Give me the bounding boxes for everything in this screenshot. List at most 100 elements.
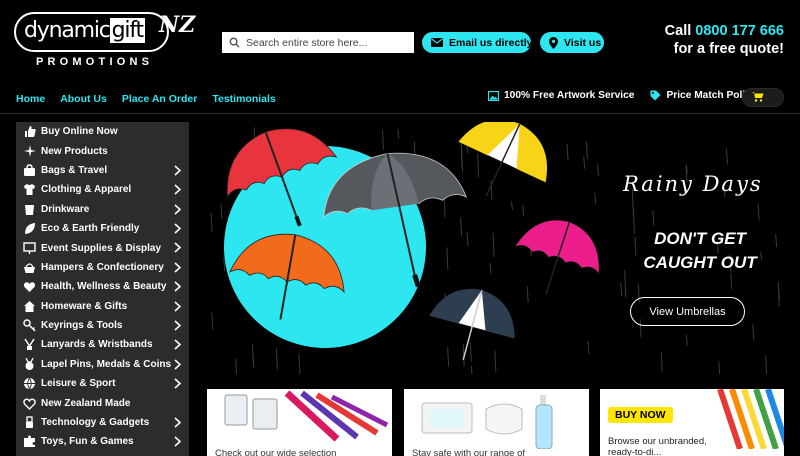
envelope-icon [431, 38, 443, 47]
sidebar-item-lanyards-wristbands[interactable]: Lanyards & Wristbands [16, 335, 189, 354]
logo-country: NZ [159, 12, 196, 38]
shirt-icon [22, 183, 36, 197]
hero-banner[interactable]: Rainy Days DON'T GET CAUGHT OUT View Umb… [207, 122, 784, 374]
cart-button[interactable] [742, 88, 784, 107]
sidebar-item-keyrings-tools[interactable]: Keyrings & Tools [16, 316, 189, 335]
sidebar-item-label: Leisure & Sport [41, 378, 116, 390]
chevron-right-icon[interactable] [174, 359, 182, 373]
sidebar-item-bags-travel[interactable]: Bags & Travel [16, 161, 189, 180]
chevron-right-icon[interactable] [174, 165, 182, 179]
sidebar-item-label: Buy Online Now [41, 126, 118, 138]
search-input[interactable] [246, 36, 406, 49]
card1-caption: Check out our wide selection [215, 448, 337, 456]
site-logo[interactable]: dynamicgift NZ PROMOTIONS [14, 12, 199, 70]
chevron-right-icon[interactable] [174, 281, 182, 295]
service-highlights: 100% Free Artwork Service Price Match Po… [488, 90, 772, 101]
sidebar-item-new-zealand-made[interactable]: New Zealand Made [16, 393, 189, 412]
sidebar-item-lapel-pins-medals-coins[interactable]: Lapel Pins, Medals & Coins [16, 355, 189, 374]
promo-card-health[interactable]: Stay safe with our range of [404, 389, 589, 456]
sidebar-item-drinkware[interactable]: Drinkware [16, 200, 189, 219]
sidebar-item-label: Health, Wellness & Beauty [41, 281, 167, 293]
promo-card-buy-now[interactable]: BUY NOW Browse our unbranded, ready-to-d… [600, 389, 784, 456]
chevron-right-icon[interactable] [174, 320, 182, 334]
nav-home[interactable]: Home [16, 93, 45, 105]
artwork-service-link[interactable]: 100% Free Artwork Service [488, 90, 634, 101]
sidebar-item-clothing-apparel[interactable]: Clothing & Apparel [16, 180, 189, 199]
sidebar-item-label: New Products [41, 145, 108, 157]
chevron-right-icon[interactable] [174, 203, 182, 218]
chevron-right-icon[interactable] [174, 378, 182, 392]
thumbs-up-icon [22, 125, 36, 139]
phone-number[interactable]: 0800 177 666 [695, 23, 784, 39]
search-bar [222, 32, 414, 53]
sidebar-item-toys-fun-games[interactable]: Toys, Fun & Games [16, 432, 189, 451]
chevron-right-icon[interactable] [174, 184, 182, 198]
sidebar-item-label: Hampers & Confectionery [41, 261, 164, 273]
home-icon [22, 299, 36, 313]
sidebar-item-eco-earth-friendly[interactable]: Eco & Earth Friendly [16, 219, 189, 238]
sidebar-item-event-supplies-display[interactable]: Event Supplies & Display [16, 238, 189, 257]
logo-wordmark: dynamicgift [24, 18, 145, 43]
map-pin-icon [549, 36, 558, 49]
sidebar-item-label: Drinkware [41, 203, 90, 215]
sidebar-item-label: Technology & Gadgets [41, 417, 150, 429]
sidebar-item-label: Bags & Travel [41, 164, 108, 176]
visit-us-label: Visit us [564, 36, 602, 49]
bag-icon [22, 163, 36, 177]
sidebar-item-health-wellness-beauty[interactable]: Health, Wellness & Beauty [16, 277, 189, 296]
medal-icon [22, 357, 36, 371]
sidebar-item-new-products[interactable]: New Products [16, 141, 189, 160]
header-divider [0, 113, 800, 114]
nav-about-us[interactable]: About Us [60, 93, 107, 105]
chevron-right-icon[interactable] [174, 436, 182, 450]
category-sidebar: Buy Online Now New Products Bags & Travel C… [16, 122, 189, 456]
price-match-link[interactable]: Price Match Policy [650, 90, 756, 101]
sidebar-item-hampers-confectionery[interactable]: Hampers & Confectionery [16, 258, 189, 277]
sparkle-icon [22, 144, 36, 158]
chevron-right-icon[interactable] [174, 300, 182, 315]
display-icon [22, 241, 36, 255]
sidebar-item-label: Keyrings & Tools [41, 320, 123, 332]
phone-callout[interactable]: Call 0800 177 666 for a free quote! [665, 22, 784, 58]
sidebar-item-label: Toys, Fun & Games [41, 436, 134, 448]
chevron-right-icon[interactable] [174, 262, 182, 276]
view-umbrellas-button[interactable]: View Umbrellas [630, 297, 745, 326]
sidebar-item-leisure-sport[interactable]: Leisure & Sport [16, 374, 189, 393]
sidebar-item-homeware-gifts[interactable]: Homeware & Gifts [16, 297, 189, 316]
sidebar-item-label: Clothing & Apparel [41, 184, 132, 196]
hero-headline: DON'T GET CAUGHT OUT [643, 229, 757, 272]
logo-subtitle: PROMOTIONS [36, 56, 154, 68]
sidebar-item-label: Eco & Earth Friendly [41, 223, 140, 235]
callout-line1: Call 0800 177 666 [664, 23, 784, 39]
card3-caption: Browse our unbranded, ready-to-di... [608, 436, 707, 456]
chevron-right-icon[interactable] [174, 417, 182, 431]
chevron-right-icon[interactable] [174, 339, 182, 353]
sidebar-item-label: New Zealand Made [41, 397, 131, 409]
lanyards-image [224, 390, 389, 442]
cart-icon [752, 89, 764, 107]
leaf-icon [22, 222, 36, 236]
hamper-icon [22, 260, 36, 274]
health-products-image [421, 395, 553, 450]
sidebar-item-label: Lapel Pins, Medals & Coins [41, 358, 172, 370]
sidebar-item-technology-gadgets[interactable]: Technology & Gadgets [16, 413, 189, 432]
chevron-right-icon[interactable] [174, 242, 182, 256]
visit-us-button[interactable]: Visit us [540, 32, 604, 53]
ball-icon [22, 377, 36, 391]
chevron-right-icon[interactable] [174, 223, 182, 237]
nav-place-an-order[interactable]: Place An Order [122, 93, 197, 105]
nav-testimonials[interactable]: Testimonials [212, 93, 275, 105]
buy-now-badge[interactable]: BUY NOW [608, 407, 673, 423]
key-icon [22, 319, 36, 333]
promo-card-lanyards[interactable]: Check out our wide selection [207, 389, 392, 456]
search-icon[interactable] [222, 37, 246, 48]
usb-icon [22, 416, 36, 430]
main-nav: Home About Us Place An Order Testimonial… [16, 93, 291, 105]
sidebar-item-buy-online-now[interactable]: Buy Online Now [16, 122, 189, 141]
email-us-button[interactable]: Email us directly [422, 32, 532, 53]
puzzle-icon [22, 435, 36, 449]
lanyard-icon [22, 338, 36, 352]
card2-caption: Stay safe with our range of [412, 448, 526, 456]
heartbeat-icon [22, 280, 36, 294]
hero-script-title: Rainy Days [623, 172, 763, 196]
